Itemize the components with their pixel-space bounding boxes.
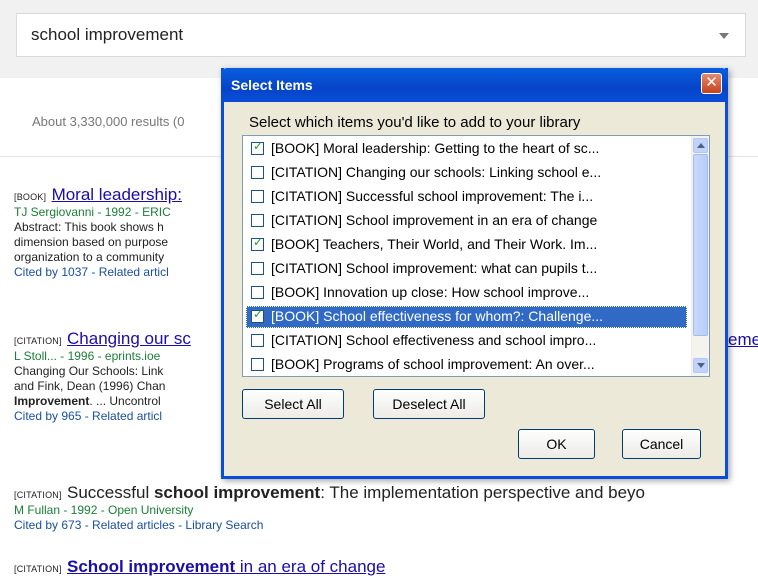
result-item: [CITATION] Changing our sc L Stoll... - … xyxy=(14,329,191,424)
result-links[interactable]: Cited by 673 - Related articles - Librar… xyxy=(14,518,645,533)
list-item[interactable]: [CITATION] School effectiveness and scho… xyxy=(246,330,686,352)
result-title-bold: school improvement xyxy=(153,483,321,502)
list-item[interactable]: [BOOK] Programs of school improvement: A… xyxy=(246,354,686,376)
list-item[interactable]: [CITATION] School improvement in an era … xyxy=(246,210,686,232)
list-item-label: [CITATION] Successful school improvement… xyxy=(271,188,594,204)
list-item-label: [BOOK] Innovation up close: How school i… xyxy=(271,284,590,300)
result-title-bold: School improvement xyxy=(67,557,236,576)
result-tag: [CITATION] xyxy=(14,336,62,346)
list-item[interactable]: ✓ [BOOK] School effectiveness for whom?: … xyxy=(246,306,687,328)
result-snippet: Changing Our Schools: Link xyxy=(14,364,164,378)
checkbox[interactable] xyxy=(251,334,264,347)
deselect-all-button[interactable]: Deselect All xyxy=(373,389,485,419)
result-snippet: . ... Uncontrol xyxy=(89,394,161,408)
list-item-label: [CITATION] School improvement in an era … xyxy=(271,212,598,228)
result-meta[interactable]: M Fullan - 1992 - Open University xyxy=(14,503,645,518)
result-item: [CITATION] Successful school improvement… xyxy=(14,483,645,533)
list-item-label: [BOOK] Moral leadership: Getting to the … xyxy=(271,140,600,156)
result-title[interactable]: Successful school improvement: The imple… xyxy=(67,483,645,502)
result-title-tail[interactable]: eme xyxy=(728,330,758,350)
items-listbox[interactable]: ✓ [BOOK] Moral leadership: Getting to the… xyxy=(242,135,710,377)
checkbox[interactable]: ✓ xyxy=(251,307,264,323)
result-snippet: dimension based on purpose xyxy=(14,235,169,249)
select-items-dialog: Select Items ✕ Select which items you'd … xyxy=(221,68,728,479)
list-item-label: [CITATION] Changing our schools: Linking… xyxy=(271,164,602,180)
list-item[interactable]: [CITATION] Changing our schools: Linking… xyxy=(246,162,686,184)
close-icon[interactable]: ✕ xyxy=(701,73,722,94)
result-tag: [BOOK] xyxy=(14,192,47,202)
dialog-titlebar[interactable]: Select Items ✕ xyxy=(221,68,728,102)
result-tag: [CITATION] xyxy=(14,564,62,574)
scroll-down-button[interactable] xyxy=(693,358,708,373)
select-all-button[interactable]: Select All xyxy=(242,389,344,419)
checkbox[interactable]: ✓ xyxy=(251,139,264,155)
result-item: [CITATION] School improvement in an era … xyxy=(14,557,385,577)
chevron-down-icon xyxy=(697,363,705,368)
result-title-link[interactable]: School improvement in an era of change xyxy=(67,557,385,576)
checkbox[interactable] xyxy=(251,190,264,203)
checkbox[interactable] xyxy=(251,358,264,371)
list-item-label: [BOOK] School effectiveness for whom?: C… xyxy=(271,308,604,324)
list-item[interactable]: [BOOK] Innovation up close: How school i… xyxy=(246,282,686,304)
dialog-prompt: Select which items you'd like to add to … xyxy=(249,114,581,131)
search-query: school improvement xyxy=(31,25,184,44)
result-title-link[interactable]: Changing our sc xyxy=(67,329,191,348)
chevron-up-icon xyxy=(697,143,705,148)
dialog-title: Select Items xyxy=(231,77,313,93)
result-title-post: in an era of change xyxy=(235,557,386,576)
list-item[interactable]: [CITATION] Successful school improvement… xyxy=(246,186,686,208)
result-snippet: Abstract: This book shows h xyxy=(14,220,164,234)
list-item-label: [CITATION] School improvement: what can … xyxy=(271,260,598,276)
result-snippet: and Fink, Dean (1996) Chan xyxy=(14,379,166,393)
ok-button[interactable]: OK xyxy=(518,429,595,459)
results-count: About 3,330,000 results (0 xyxy=(32,114,185,129)
result-snippet-bold: Improvement xyxy=(14,394,90,408)
scrollbar[interactable] xyxy=(691,136,709,376)
list-item-label: [BOOK] Teachers, Their World, and Their … xyxy=(271,236,598,252)
checkmark-icon: ✓ xyxy=(253,307,264,321)
list-item[interactable]: ✓ [BOOK] Teachers, Their World, and Their… xyxy=(246,234,686,256)
checkbox[interactable] xyxy=(251,286,264,299)
checkbox[interactable] xyxy=(251,214,264,227)
dropdown-arrow-icon[interactable] xyxy=(719,33,729,39)
scroll-thumb[interactable] xyxy=(693,154,708,336)
result-title-link[interactable]: Moral leadership: xyxy=(52,185,182,204)
result-item: [BOOK] Moral leadership: TJ Sergiovanni … xyxy=(14,185,182,280)
result-tag: [CITATION] xyxy=(14,490,62,500)
cancel-button[interactable]: Cancel xyxy=(622,429,701,459)
checkbox[interactable]: ✓ xyxy=(251,235,264,251)
result-title-post: : The implementation perspective and bey… xyxy=(320,483,645,502)
result-links[interactable]: Cited by 965 - Related articl xyxy=(14,409,191,424)
scroll-up-button[interactable] xyxy=(693,138,708,153)
list-item-label: [CITATION] School effectiveness and scho… xyxy=(271,332,597,348)
checkbox[interactable] xyxy=(251,262,264,275)
result-title-pre: Successful xyxy=(67,483,154,502)
list-item-label: [BOOK] Programs of school improvement: A… xyxy=(271,356,595,372)
checkbox[interactable] xyxy=(251,166,264,179)
list-item[interactable]: [CITATION] School improvement: what can … xyxy=(246,258,686,280)
result-links[interactable]: Cited by 1037 - Related articl xyxy=(14,265,182,280)
search-input[interactable]: school improvement xyxy=(16,13,746,57)
checkmark-icon: ✓ xyxy=(253,235,264,249)
result-meta[interactable]: TJ Sergiovanni - 1992 - ERIC xyxy=(14,205,182,220)
checkmark-icon: ✓ xyxy=(253,139,264,153)
result-meta[interactable]: L Stoll... - 1996 - eprints.ioe xyxy=(14,349,191,364)
result-snippet: organization to a community xyxy=(14,250,165,264)
list-item[interactable]: ✓ [BOOK] Moral leadership: Getting to the… xyxy=(246,138,686,160)
